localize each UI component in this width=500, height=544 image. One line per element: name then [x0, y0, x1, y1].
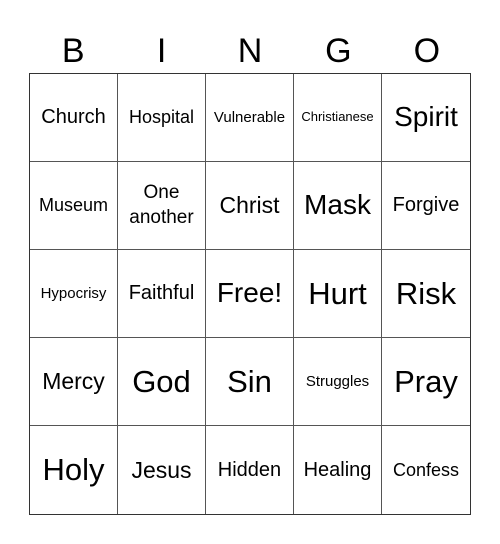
- bingo-header: B I N G O: [29, 28, 471, 73]
- bingo-cell[interactable]: Free!: [206, 250, 294, 338]
- bingo-cell[interactable]: Jesus: [118, 426, 206, 514]
- bingo-cell[interactable]: Faithful: [118, 250, 206, 338]
- bingo-cell[interactable]: Hurt: [294, 250, 382, 338]
- bingo-cell[interactable]: Holy: [30, 426, 118, 514]
- bingo-cell[interactable]: Museum: [30, 162, 118, 250]
- bingo-cell[interactable]: One another: [118, 162, 206, 250]
- bingo-cell[interactable]: Hidden: [206, 426, 294, 514]
- bingo-cell[interactable]: Hospital: [118, 74, 206, 162]
- bingo-cell[interactable]: Forgive: [382, 162, 470, 250]
- header-letter-g: G: [325, 31, 352, 70]
- bingo-board: Church Hospital Vulnerable Christianese …: [29, 73, 471, 515]
- bingo-cell[interactable]: Mercy: [30, 338, 118, 426]
- bingo-cell[interactable]: Pray: [382, 338, 470, 426]
- bingo-cell[interactable]: Struggles: [294, 338, 382, 426]
- bingo-cell[interactable]: Christ: [206, 162, 294, 250]
- bingo-cell[interactable]: God: [118, 338, 206, 426]
- header-letter-o: O: [413, 31, 441, 70]
- bingo-cell[interactable]: Risk: [382, 250, 470, 338]
- bingo-cell[interactable]: Church: [30, 74, 118, 162]
- bingo-cell[interactable]: Hypocrisy: [30, 250, 118, 338]
- header-letter-b: B: [61, 31, 85, 70]
- bingo-cell[interactable]: Vulnerable: [206, 74, 294, 162]
- bingo-cell[interactable]: Healing: [294, 426, 382, 514]
- bingo-cell[interactable]: Sin: [206, 338, 294, 426]
- header-letter-i: I: [156, 31, 167, 70]
- header-letter-n: N: [237, 31, 263, 70]
- bingo-cell[interactable]: Confess: [382, 426, 470, 514]
- bingo-cell[interactable]: Christianese: [294, 74, 382, 162]
- bingo-cell[interactable]: Mask: [294, 162, 382, 250]
- bingo-cell[interactable]: Spirit: [382, 74, 470, 162]
